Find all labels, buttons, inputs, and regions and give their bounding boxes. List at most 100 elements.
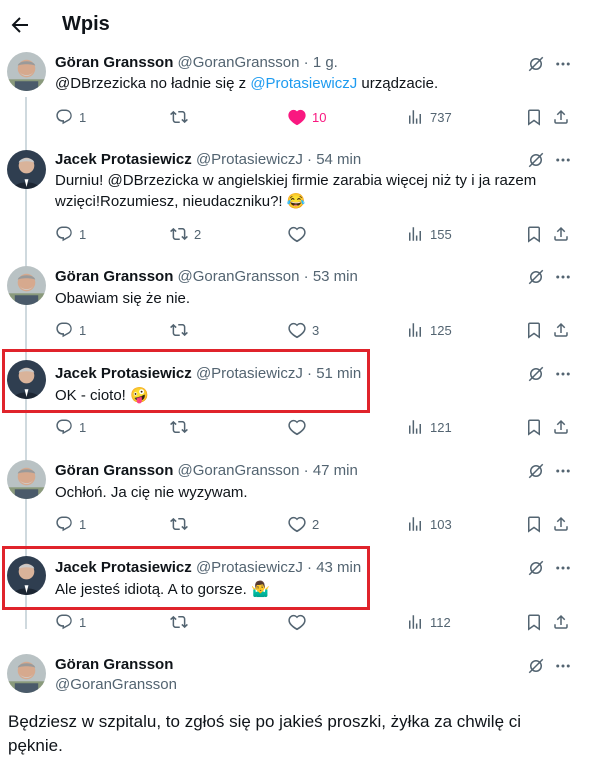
- author-name[interactable]: Göran Gransson: [55, 54, 173, 71]
- retweet-button[interactable]: [170, 417, 194, 437]
- mention-link[interactable]: @ProtasiewiczJ: [250, 75, 357, 92]
- views-count: 112: [430, 614, 451, 630]
- tweet-time[interactable]: 51 min: [316, 365, 361, 382]
- author-handle[interactable]: @ProtasiewiczJ: [196, 151, 303, 168]
- main-tweet-text: Będziesz w szpitalu, to zgłoś się po jak…: [8, 710, 588, 758]
- more-icon[interactable]: [554, 55, 572, 73]
- share-icon: [552, 613, 570, 631]
- retweet-button[interactable]: [170, 514, 194, 534]
- bookmark-icon: [525, 225, 543, 243]
- tweet-text: @DBrzezicka no ładnie się z @Protasiewic…: [55, 73, 555, 94]
- tweet-time[interactable]: 43 min: [316, 559, 361, 576]
- avatar[interactable]: [7, 460, 46, 499]
- author-name[interactable]: Jacek Protasiewicz: [55, 151, 192, 168]
- more-icon[interactable]: [554, 268, 572, 286]
- reply-button[interactable]: 1: [55, 612, 86, 632]
- like-button[interactable]: [288, 612, 312, 632]
- share-button[interactable]: [552, 612, 570, 632]
- like-count: 10: [312, 109, 327, 125]
- reply-button[interactable]: 1: [55, 514, 86, 534]
- retweet-button[interactable]: [170, 107, 194, 127]
- retweet-button[interactable]: [170, 320, 194, 340]
- like-button[interactable]: 3: [288, 320, 319, 340]
- tweet-header: Jacek Protasiewicz @ProtasiewiczJ · 51 m…: [55, 365, 361, 382]
- author-handle[interactable]: @ProtasiewiczJ: [196, 365, 303, 382]
- reply-button[interactable]: 1: [55, 224, 86, 244]
- author-name[interactable]: Jacek Protasiewicz: [55, 365, 192, 382]
- share-button[interactable]: [552, 417, 570, 437]
- grok-icon[interactable]: [527, 462, 545, 480]
- retweet-button[interactable]: 2: [170, 224, 201, 244]
- bookmark-button[interactable]: [525, 224, 543, 244]
- bookmark-button[interactable]: [525, 612, 543, 632]
- reply-count: 1: [79, 226, 87, 242]
- tweet-time[interactable]: 53 min: [313, 268, 358, 285]
- like-icon: [288, 321, 306, 339]
- bookmark-button[interactable]: [525, 417, 543, 437]
- more-icon[interactable]: [554, 365, 572, 383]
- avatar[interactable]: [7, 654, 46, 693]
- grok-icon[interactable]: [527, 559, 545, 577]
- like-icon: [288, 418, 306, 436]
- grok-icon[interactable]: [527, 268, 545, 286]
- avatar[interactable]: [7, 556, 46, 595]
- views-button[interactable]: 125: [406, 320, 452, 340]
- like-button[interactable]: 2: [288, 514, 319, 534]
- author-handle[interactable]: @ProtasiewiczJ: [196, 559, 303, 576]
- bookmark-button[interactable]: [525, 514, 543, 534]
- reply-count: 1: [79, 614, 87, 630]
- tweet-header: Jacek Protasiewicz @ProtasiewiczJ · 54 m…: [55, 151, 361, 168]
- tweet-text-part: @DBrzezicka no ładnie się z: [55, 75, 251, 92]
- reply-button[interactable]: 1: [55, 417, 86, 437]
- author-handle[interactable]: @GoranGransson: [178, 462, 300, 479]
- like-button[interactable]: 10: [288, 107, 326, 127]
- avatar[interactable]: [7, 150, 46, 189]
- bookmark-button[interactable]: [525, 107, 543, 127]
- more-icon[interactable]: [554, 462, 572, 480]
- views-button[interactable]: 737: [406, 107, 452, 127]
- reply-button[interactable]: 1: [55, 320, 86, 340]
- share-button[interactable]: [552, 514, 570, 534]
- grok-icon[interactable]: [527, 55, 545, 73]
- author-handle[interactable]: @GoranGransson: [178, 268, 300, 285]
- views-icon: [406, 225, 424, 243]
- avatar[interactable]: [7, 52, 46, 91]
- like-button[interactable]: [288, 417, 312, 437]
- views-button[interactable]: 121: [406, 417, 452, 437]
- bookmark-button[interactable]: [525, 320, 543, 340]
- tweet-text: Obawiam się że nie.: [55, 290, 191, 307]
- like-button[interactable]: [288, 224, 312, 244]
- grok-icon[interactable]: [527, 657, 545, 675]
- author-handle[interactable]: @GoranGransson: [55, 676, 177, 693]
- avatar[interactable]: [7, 360, 46, 399]
- retweet-icon: [170, 418, 188, 436]
- share-button[interactable]: [552, 107, 570, 127]
- author-name[interactable]: Jacek Protasiewicz: [55, 559, 192, 576]
- author-name[interactable]: Göran Gransson: [55, 268, 173, 285]
- grok-icon[interactable]: [527, 365, 545, 383]
- avatar[interactable]: [7, 266, 46, 305]
- tweet-time[interactable]: 47 min: [313, 462, 358, 479]
- like-icon: [288, 613, 306, 631]
- author-name[interactable]: Göran Gransson: [55, 462, 173, 479]
- more-icon[interactable]: [554, 657, 572, 675]
- retweet-icon: [170, 108, 188, 126]
- views-button[interactable]: 112: [406, 612, 451, 632]
- share-button[interactable]: [552, 320, 570, 340]
- views-button[interactable]: 103: [406, 514, 452, 534]
- author-name[interactable]: Göran Gransson: [55, 656, 173, 673]
- reply-button[interactable]: 1: [55, 107, 86, 127]
- grok-icon[interactable]: [527, 151, 545, 169]
- author-handle[interactable]: @GoranGransson: [178, 54, 300, 71]
- retweet-button[interactable]: [170, 612, 194, 632]
- tweet-time[interactable]: 54 min: [316, 151, 361, 168]
- more-icon[interactable]: [554, 151, 572, 169]
- reply-count: 1: [79, 322, 87, 338]
- tweet-time[interactable]: 1 g.: [313, 54, 338, 71]
- back-arrow-icon[interactable]: [8, 13, 32, 37]
- reply-count: 1: [79, 109, 87, 125]
- tweet-text: Ale jesteś idiotą. A to gorsze. 🤷‍♂️: [55, 581, 270, 598]
- share-button[interactable]: [552, 224, 570, 244]
- more-icon[interactable]: [554, 559, 572, 577]
- views-button[interactable]: 155: [406, 224, 452, 244]
